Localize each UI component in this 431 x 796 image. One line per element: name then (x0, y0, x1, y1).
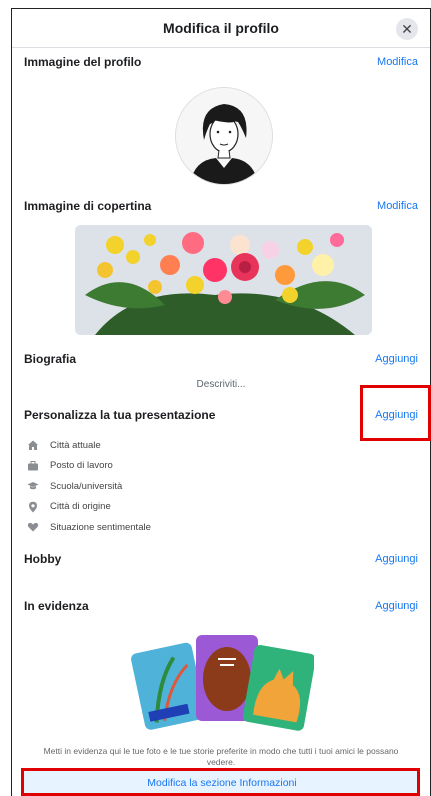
heart-icon (26, 520, 40, 534)
featured-description: Metti in evidenza qui le tue foto e le t… (43, 746, 399, 767)
hobby-section: Hobby Aggiungi (24, 552, 418, 566)
house-icon (26, 438, 40, 452)
woman-portrait-icon (176, 88, 272, 184)
list-item[interactable]: Scuola/università (26, 476, 151, 497)
featured-illustration (130, 629, 316, 734)
detail-label: Posto di lavoro (50, 460, 113, 472)
intro-title: Personalizza la tua presentazione (24, 408, 216, 422)
dialog-title: Modifica il profilo (163, 20, 279, 36)
detail-label: Città di origine (50, 501, 111, 513)
intro-details-list: Città attuale Posto di lavoro Scuola/uni… (26, 435, 151, 538)
edit-cover-photo-link[interactable]: Modifica (377, 200, 418, 212)
featured-title: In evidenza (24, 599, 89, 613)
close-icon: ✕ (401, 20, 413, 37)
detail-label: Città attuale (50, 439, 101, 451)
profile-picture-title: Immagine del profilo (24, 55, 142, 69)
graduation-cap-icon (26, 479, 40, 493)
intro-section: Personalizza la tua presentazione Aggiun… (24, 408, 418, 422)
edit-profile-picture-link[interactable]: Modifica (377, 56, 418, 68)
detail-label: Situazione sentimentale (50, 521, 151, 533)
dialog-header: Modifica il profilo ✕ (12, 9, 430, 48)
hobby-title: Hobby (24, 552, 62, 566)
profile-picture[interactable] (175, 87, 273, 185)
highlight-box-intro-add (360, 385, 431, 441)
list-item[interactable]: Città attuale (26, 435, 151, 456)
highlight-box-about-button (21, 768, 420, 796)
add-hobby-link[interactable]: Aggiungi (375, 553, 418, 565)
featured-cards-icon (131, 635, 316, 731)
detail-label: Scuola/università (50, 480, 123, 492)
list-item[interactable]: Città di origine (26, 497, 151, 518)
list-item[interactable]: Posto di lavoro (26, 456, 151, 477)
cover-photo-title: Immagine di copertina (24, 199, 152, 213)
cover-photo-section: Immagine di copertina Modifica (24, 199, 418, 213)
cover-photo[interactable] (75, 225, 372, 335)
flower-bouquet-image (75, 225, 372, 335)
list-item[interactable]: Situazione sentimentale (26, 517, 151, 538)
add-featured-link[interactable]: Aggiungi (375, 600, 418, 612)
close-button[interactable]: ✕ (396, 18, 418, 40)
bio-section: Biografia Aggiungi (24, 352, 418, 366)
briefcase-icon (26, 459, 40, 473)
bio-title: Biografia (24, 352, 77, 366)
location-pin-icon (26, 500, 40, 514)
profile-picture-section: Immagine del profilo Modifica (24, 55, 418, 69)
featured-section: In evidenza Aggiungi (24, 599, 418, 613)
add-bio-link[interactable]: Aggiungi (375, 353, 418, 365)
